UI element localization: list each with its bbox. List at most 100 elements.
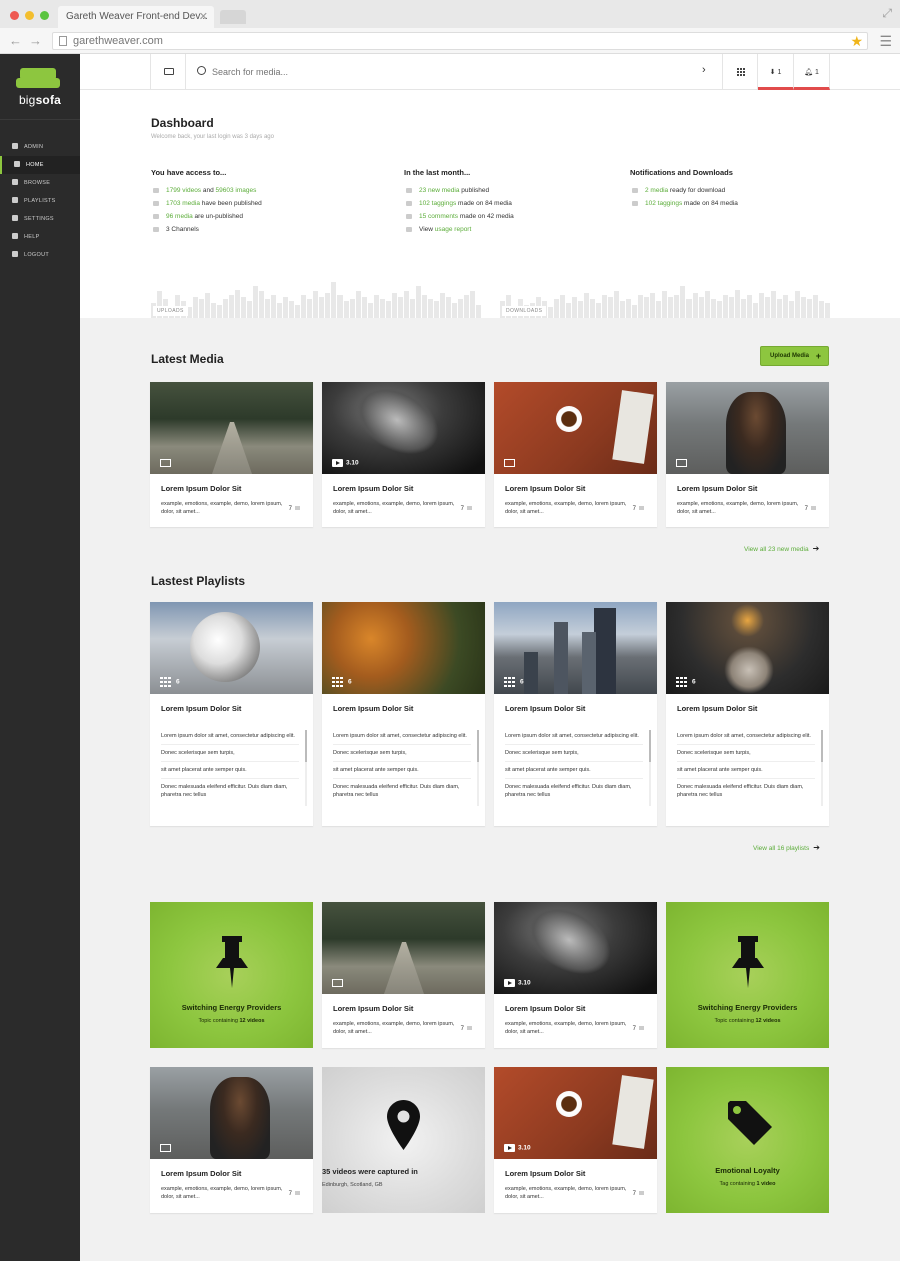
play-icon <box>12 179 18 185</box>
url-field[interactable]: garethweaver.com ★ <box>52 32 868 50</box>
scrollbar[interactable] <box>821 730 823 762</box>
media-card[interactable]: 3.10 Lorem Ipsum Dolor Sit example, emot… <box>322 382 485 527</box>
media-card[interactable]: 3.10 Lorem Ipsum Dolor Sit example, emot… <box>494 902 657 1048</box>
minimize-window-button[interactable] <box>25 11 34 20</box>
usage-report-link[interactable]: usage report <box>435 226 472 233</box>
histogram-bar <box>283 297 289 318</box>
stat-link[interactable]: 59603 images <box>216 187 257 194</box>
stat-link[interactable]: 102 taggings <box>419 200 456 207</box>
scrollbar[interactable] <box>649 730 651 762</box>
stat-link[interactable]: 23 new media <box>419 187 459 194</box>
topic-tile[interactable]: Switching Energy Providers Topic contain… <box>666 902 829 1048</box>
histogram-bar <box>307 299 313 318</box>
search-input[interactable] <box>212 64 692 80</box>
scrollbar[interactable] <box>305 730 307 762</box>
topic-tile[interactable]: Switching Energy Providers Topic contain… <box>150 902 313 1048</box>
playlist-grid-icon <box>504 677 516 687</box>
sidebar-item-logout[interactable]: LOGOUT <box>0 246 80 264</box>
media-card[interactable]: Lorem Ipsum Dolor Sit example, emotions,… <box>150 1067 313 1213</box>
sidebar-item-help[interactable]: HELP <box>0 228 80 246</box>
downloads-button[interactable]: ⬇ 1 <box>758 54 794 90</box>
playlist-item[interactable]: Lorem ipsum dolor sit amet, consectetur … <box>677 728 815 745</box>
histogram-bar <box>740 299 746 318</box>
playlist-item[interactable]: sit amet placerat ante semper quis. <box>677 762 815 779</box>
new-tab-button[interactable] <box>220 10 246 24</box>
playlist-item[interactable]: sit amet placerat ante semper quis. <box>161 762 299 779</box>
tag-count: 7 <box>633 1026 644 1032</box>
location-tile[interactable]: 35 videos were captured in Edinburgh, Sc… <box>322 1067 485 1213</box>
playlist-item[interactable]: Lorem ipsum dolor sit amet, consectetur … <box>505 728 643 745</box>
map-pin-icon <box>387 1100 420 1150</box>
close-window-button[interactable] <box>10 11 19 20</box>
view-all-media-link[interactable]: View all 23 new media ➔ <box>744 544 819 553</box>
arrow-right-icon: ➔ <box>813 843 820 852</box>
scrollbar[interactable] <box>477 730 479 762</box>
sidebar-item-home[interactable]: HOME <box>0 156 80 174</box>
view-all-playlists-link[interactable]: View all 16 playlists ➔ <box>753 843 820 852</box>
playlist-items[interactable]: Lorem ipsum dolor sit amet, consectetur … <box>666 716 829 806</box>
playlist-item[interactable]: sit amet placerat ante semper quis. <box>333 762 471 779</box>
logo[interactable]: bigsofa <box>0 54 80 120</box>
playlist-item[interactable]: Donec scelerisque sem turpis, <box>505 745 643 762</box>
stat-link[interactable]: 1799 videos <box>166 187 201 194</box>
upload-media-button[interactable]: Upload Media + <box>760 346 829 366</box>
media-card[interactable]: Lorem Ipsum Dolor Sit example, emotions,… <box>494 382 657 527</box>
playlist-item[interactable]: Donec malesuada eleifend efficitur. Duis… <box>677 779 815 803</box>
stat-row: View usage report <box>404 226 624 239</box>
histogram-bar <box>662 291 668 318</box>
playlist-item[interactable]: Donec malesuada eleifend efficitur. Duis… <box>333 779 471 803</box>
playlist-items[interactable]: Lorem ipsum dolor sit amet, consectetur … <box>322 716 485 806</box>
media-card[interactable]: Lorem Ipsum Dolor Sit example, emotions,… <box>150 382 313 527</box>
tag-tile[interactable]: Emotional Loyalty Tag containing 1 video <box>666 1067 829 1213</box>
close-tab-icon[interactable]: ✕ <box>199 10 208 23</box>
histogram-bar <box>373 295 379 318</box>
playlist-item[interactable]: sit amet placerat ante semper quis. <box>505 762 643 779</box>
playlist-items[interactable]: Lorem ipsum dolor sit amet, consectetur … <box>150 716 313 806</box>
playlist-card[interactable]: 6 Lorem Ipsum Dolor Sit Lorem ipsum dolo… <box>666 602 829 826</box>
tag-icon <box>406 201 412 206</box>
search-submit-chevron-icon[interactable]: › <box>702 64 706 76</box>
playlist-item[interactable]: Donec scelerisque sem turpis, <box>161 745 299 762</box>
media-card[interactable]: Lorem Ipsum Dolor Sit example, emotions,… <box>322 902 485 1048</box>
histogram-bar <box>674 295 680 318</box>
sidebar-item-playlists[interactable]: PLAYLISTS <box>0 192 80 210</box>
channels-button[interactable] <box>150 54 186 90</box>
uploads-histogram <box>151 280 481 318</box>
playlist-item[interactable]: Lorem ipsum dolor sit amet, consectetur … <box>333 728 471 745</box>
sidebar-item-settings[interactable]: SETTINGS <box>0 210 80 228</box>
notifications-button[interactable]: 🔔︎ 1 <box>794 54 830 90</box>
playlist-item[interactable]: Donec scelerisque sem turpis, <box>333 745 471 762</box>
grid-view-button[interactable] <box>722 54 758 90</box>
histogram-bar <box>355 291 361 318</box>
histogram-bar <box>788 300 794 318</box>
browser-tab[interactable]: Gareth Weaver Front-end Dev... ✕ <box>58 6 214 28</box>
sidebar-item-admin[interactable]: ADMIN <box>0 138 80 156</box>
back-arrow-icon[interactable]: ← <box>9 33 22 48</box>
bookmark-star-icon[interactable]: ★ <box>850 33 863 50</box>
media-card[interactable]: 3.10 Lorem Ipsum Dolor Sit example, emot… <box>494 1067 657 1213</box>
maximize-window-button[interactable] <box>40 11 49 20</box>
tile-title: 35 videos were captured in <box>322 1167 418 1176</box>
playlist-card[interactable]: 6 Lorem Ipsum Dolor Sit Lorem ipsum dolo… <box>494 602 657 826</box>
playlist-item[interactable]: Donec malesuada eleifend efficitur. Duis… <box>505 779 643 803</box>
stat-link[interactable]: 1703 media <box>166 200 200 207</box>
fullscreen-icon[interactable]: ⤢ <box>882 6 892 21</box>
playlist-item[interactable]: Lorem ipsum dolor sit amet, consectetur … <box>161 728 299 745</box>
browser-menu-icon[interactable]: ☰ <box>879 33 892 50</box>
histogram-bar <box>620 300 626 318</box>
playlist-item[interactable]: Donec scelerisque sem turpis, <box>677 745 815 762</box>
forward-arrow-icon[interactable]: → <box>29 33 42 48</box>
stat-link[interactable]: 15 comments <box>419 213 458 220</box>
histogram-bar <box>644 297 650 318</box>
playlist-item[interactable]: Donec malesuada eleifend efficitur. Duis… <box>161 779 299 803</box>
stat-link[interactable]: 102 taggings <box>645 200 682 207</box>
sidebar-item-browse[interactable]: BROWSE <box>0 174 80 192</box>
playlist-items[interactable]: Lorem ipsum dolor sit amet, consectetur … <box>494 716 657 806</box>
playlist-card[interactable]: 6 Lorem Ipsum Dolor Sit Lorem ipsum dolo… <box>322 602 485 826</box>
stat-link[interactable]: 2 media <box>645 187 668 194</box>
media-card[interactable]: Lorem Ipsum Dolor Sit example, emotions,… <box>666 382 829 527</box>
stat-link[interactable]: 96 media <box>166 213 193 220</box>
playlist-card[interactable]: 6 Lorem Ipsum Dolor Sit Lorem ipsum dolo… <box>150 602 313 826</box>
histogram-bar <box>824 302 830 318</box>
histogram-bar <box>734 289 740 318</box>
